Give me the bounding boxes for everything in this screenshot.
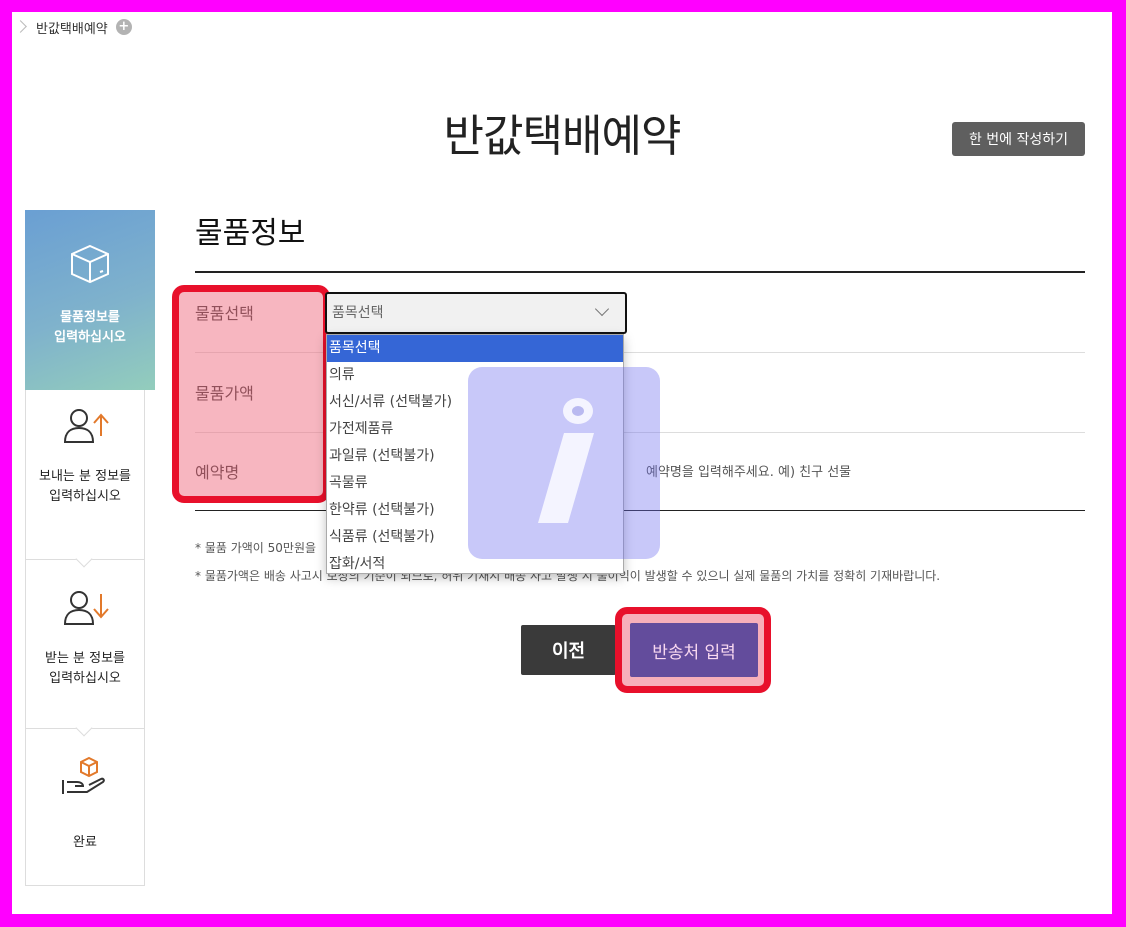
item-category-select[interactable]: 품목선택 (325, 292, 627, 334)
hand-box-icon (62, 756, 105, 794)
steps-list: 보내는 분 정보를 입력하십시오 받는 분 정보를 입력하십시오 완료 (25, 390, 145, 886)
person-download-icon (63, 591, 109, 625)
step-label: 입력하십시오 (49, 489, 121, 504)
info-icon (538, 398, 594, 523)
step-item-complete[interactable]: 완료 (26, 754, 144, 853)
chevron-down-icon (594, 301, 610, 317)
info-overlay (468, 367, 660, 559)
section-title: 물품정보 (195, 216, 306, 251)
labels-highlight (172, 285, 330, 503)
page-frame: 반값택배예약 + 반값택배예약 한 번에 작성하기 물품정보를 입력하십시오 보… (12, 12, 1112, 914)
person-upload-icon (63, 409, 109, 443)
step-item-receiver[interactable]: 받는 분 정보를 입력하십시오 (26, 586, 144, 689)
step-label: 완료 (73, 835, 97, 850)
note-line: * 물품 가액이 50만원을 (195, 541, 317, 555)
return-address-button[interactable]: 반송처 입력 (630, 623, 758, 677)
dropdown-option[interactable]: 품목선택 (327, 335, 623, 362)
select-value: 품목선택 (332, 305, 384, 321)
step-label: 받는 분 정보를 (44, 651, 126, 666)
page-title: 반값택배예약 (443, 111, 682, 162)
write-once-button[interactable]: 한 번에 작성하기 (952, 122, 1085, 156)
plus-icon[interactable]: + (115, 19, 132, 35)
chevron-right-icon (16, 17, 28, 37)
breadcrumb: 반값택배예약 + (16, 16, 132, 38)
section-divider (195, 271, 1085, 273)
prev-button[interactable]: 이전 (521, 625, 616, 675)
step-label: 물품정보를 (60, 310, 120, 325)
step-label: 입력하십시오 (49, 671, 121, 686)
box-icon (71, 244, 109, 284)
step-label: 입력하십시오 (54, 330, 126, 345)
step-label: 보내는 분 정보를 (39, 469, 131, 484)
reservation-name-input[interactable]: 예약명을 입력해주세요. 예) 친구 선물 (646, 461, 851, 480)
step-item-info[interactable]: 물품정보를 입력하십시오 (25, 210, 155, 390)
step-item-sender[interactable]: 보내는 분 정보를 입력하십시오 (26, 404, 144, 507)
step-divider-notch (75, 550, 93, 568)
step-divider-notch (75, 719, 93, 737)
breadcrumb-current[interactable]: 반값택배예약 (36, 18, 108, 37)
